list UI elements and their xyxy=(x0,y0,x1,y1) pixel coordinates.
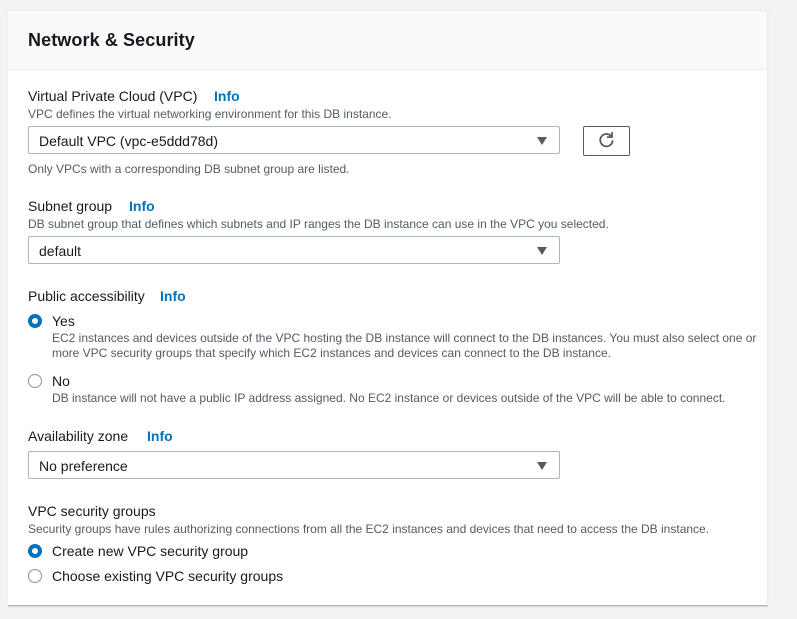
vpc-select-value: Default VPC (vpc-e5ddd78d) xyxy=(39,133,218,149)
subnet-group-label: Subnet group xyxy=(28,198,113,214)
refresh-icon xyxy=(599,132,614,148)
create-security-group-radio[interactable] xyxy=(28,544,42,558)
subnet-group-info-link[interactable]: Info xyxy=(129,198,155,214)
availability-zone-info-link[interactable]: Info xyxy=(147,428,173,444)
panel-title: Network & Security xyxy=(28,30,195,50)
vpc-select[interactable]: Default VPC (vpc-e5ddd78d) xyxy=(28,126,560,154)
security-groups-description: Security groups have rules authorizing c… xyxy=(28,522,710,536)
vpc-description: VPC defines the virtual networking envir… xyxy=(28,107,392,121)
public-access-info-link[interactable]: Info xyxy=(160,288,186,304)
public-access-label: Public accessibility xyxy=(28,288,145,304)
create-security-group-label[interactable]: Create new VPC security group xyxy=(52,543,248,559)
availability-zone-select[interactable]: No preference xyxy=(28,451,560,479)
subnet-group-select-value: default xyxy=(39,243,82,259)
caret-down-icon xyxy=(537,137,547,145)
public-access-no-label[interactable]: No xyxy=(52,373,70,389)
panel-header: Network & Security xyxy=(8,11,767,70)
choose-existing-security-groups-radio[interactable] xyxy=(28,569,42,583)
vpc-info-link[interactable]: Info xyxy=(214,88,240,104)
availability-zone-label: Availability zone xyxy=(28,428,129,444)
security-groups-label: VPC security groups xyxy=(28,503,156,519)
vpc-refresh-button[interactable] xyxy=(583,126,630,156)
subnet-group-description: DB subnet group that defines which subne… xyxy=(28,217,609,231)
caret-down-icon xyxy=(537,462,547,470)
public-access-yes-description: EC2 instances and devices outside of the… xyxy=(52,331,757,360)
vpc-label: Virtual Private Cloud (VPC) xyxy=(28,88,198,104)
public-access-no-radio[interactable] xyxy=(28,374,42,388)
subnet-group-select[interactable]: default xyxy=(28,236,560,264)
network-security-panel: Network & Security Virtual Private Cloud… xyxy=(8,10,768,606)
availability-zone-select-value: No preference xyxy=(39,458,128,474)
public-access-yes-radio[interactable] xyxy=(28,314,42,328)
choose-existing-security-groups-label[interactable]: Choose existing VPC security groups xyxy=(52,568,283,584)
vpc-hint: Only VPCs with a corresponding DB subnet… xyxy=(28,162,350,176)
public-access-no-description: DB instance will not have a public IP ad… xyxy=(52,391,726,405)
caret-down-icon xyxy=(537,247,547,255)
public-access-yes-label[interactable]: Yes xyxy=(52,313,75,329)
